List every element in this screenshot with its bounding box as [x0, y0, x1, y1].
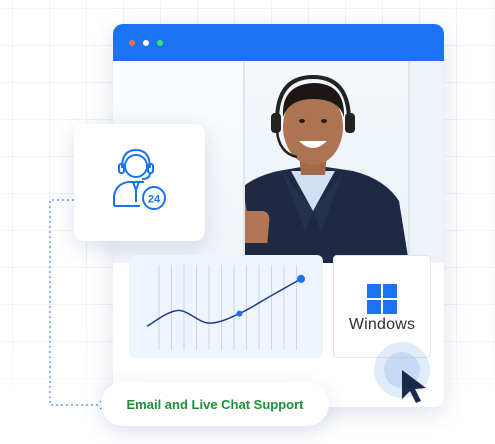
email-live-chat-support-pill[interactable]: Email and Live Chat Support [101, 382, 329, 426]
close-dot-icon[interactable] [129, 40, 135, 46]
mouse-pointer-icon [402, 370, 426, 403]
line-chart [146, 265, 305, 350]
windows-label: Windows [348, 316, 416, 333]
minimize-dot-icon[interactable] [143, 40, 149, 46]
support-agent-card: 24 [74, 124, 205, 241]
chart-end-point [297, 274, 305, 283]
windows-logo-icon [367, 284, 397, 314]
badge-24-text: 24 [148, 194, 161, 206]
chart-mid-point [236, 310, 243, 317]
line-chart-panel [129, 255, 323, 358]
maximize-dot-icon[interactable] [157, 40, 163, 46]
photo-background-window-right [408, 61, 444, 263]
headset-agent-24-icon: 24 [113, 148, 166, 210]
window-titlebar [113, 24, 444, 61]
chart-series-line [146, 278, 302, 327]
support-pill-label: Email and Live Chat Support [126, 396, 304, 412]
windows-card[interactable]: Windows [333, 255, 431, 358]
